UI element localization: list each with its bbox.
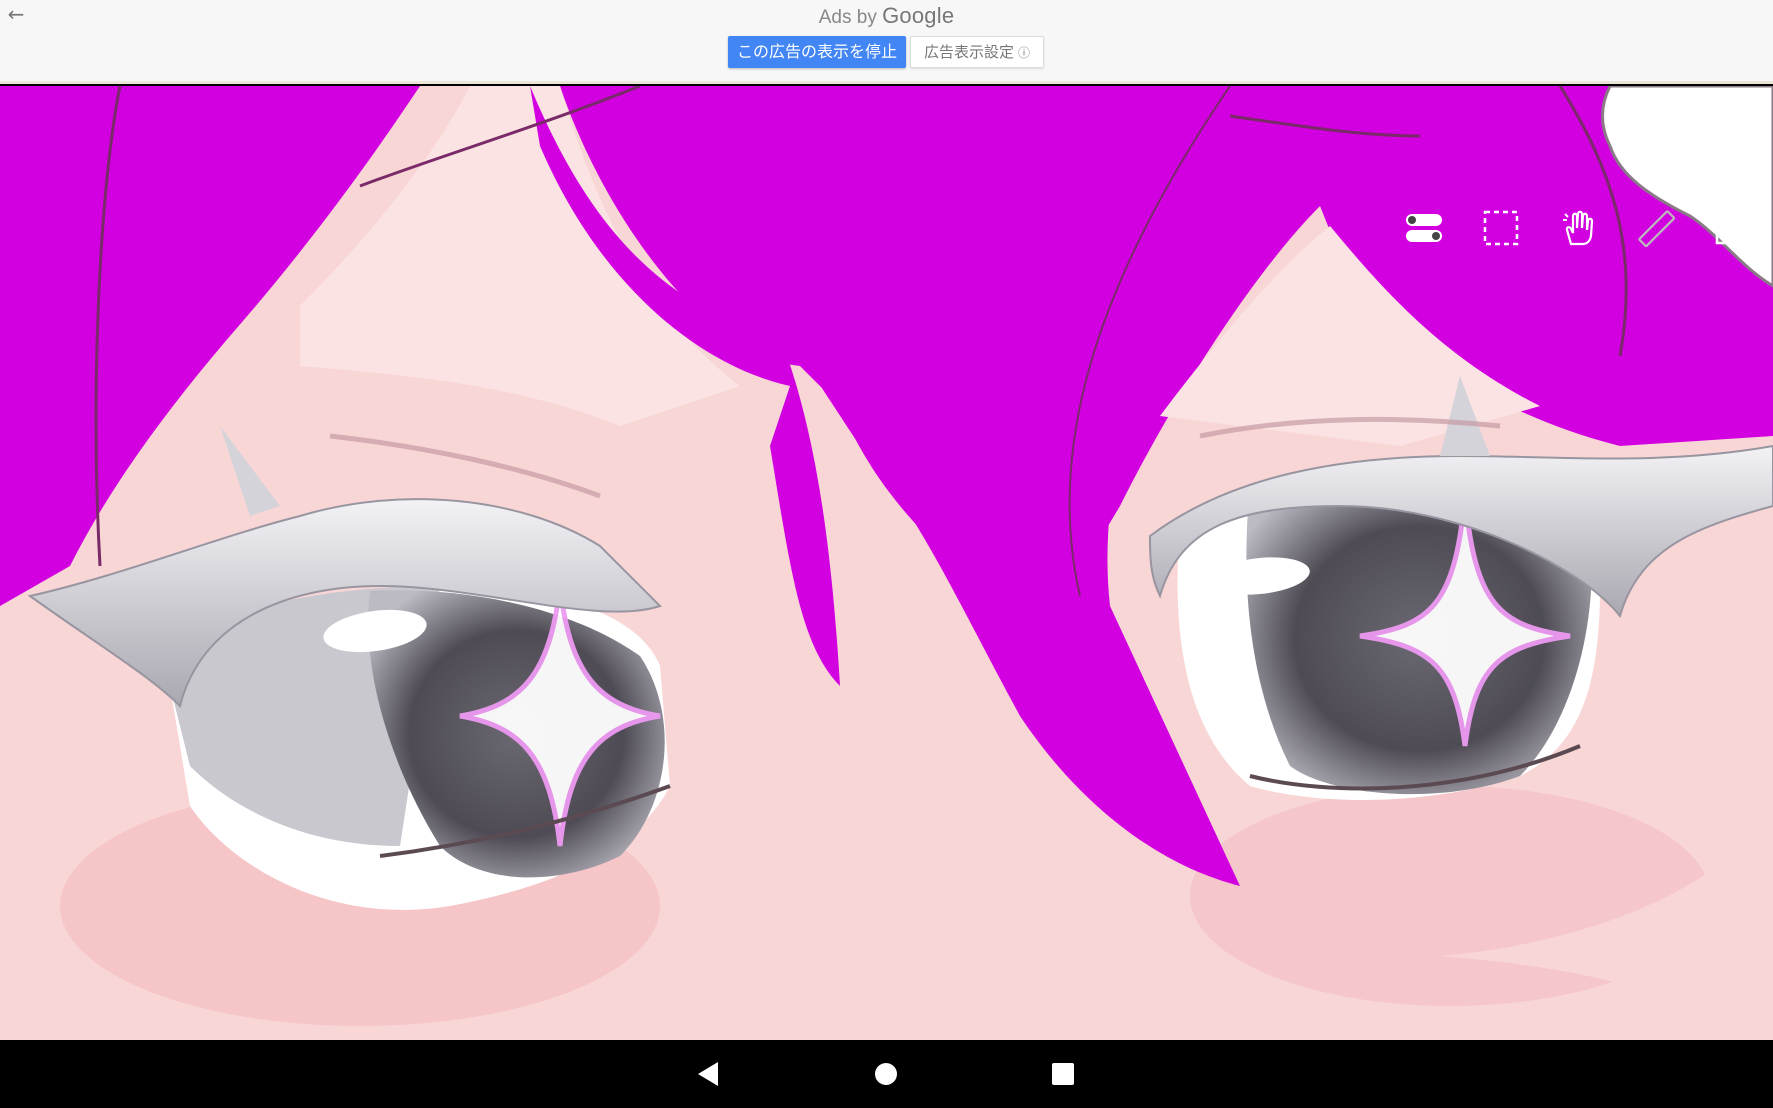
stop-ad-button[interactable]: この広告の表示を停止 (728, 36, 906, 68)
nav-back-icon[interactable] (688, 1054, 728, 1094)
drawing-canvas[interactable] (0, 86, 1773, 1040)
image-icon[interactable] (1712, 206, 1756, 250)
hand-icon[interactable] (1557, 206, 1601, 250)
ads-by-label: Ads by (818, 7, 877, 28)
ad-banner: ← Ads by Google この広告の表示を停止 広告表示設定 ⓘ (0, 0, 1773, 84)
ads-by-google: Ads by Google (0, 3, 1773, 29)
info-icon: ⓘ (1018, 46, 1031, 60)
android-nav-bar (0, 1040, 1773, 1108)
google-brand: Google (882, 3, 955, 28)
toggle-icon[interactable] (1402, 206, 1446, 250)
nav-recents-icon[interactable] (1043, 1054, 1083, 1094)
ad-settings-button[interactable]: 広告表示設定 ⓘ (910, 36, 1044, 68)
ad-settings-label: 広告表示設定 (923, 43, 1014, 61)
selection-icon[interactable] (1479, 206, 1523, 250)
ruler-icon[interactable] (1634, 206, 1678, 250)
nav-home-icon[interactable] (866, 1054, 906, 1094)
